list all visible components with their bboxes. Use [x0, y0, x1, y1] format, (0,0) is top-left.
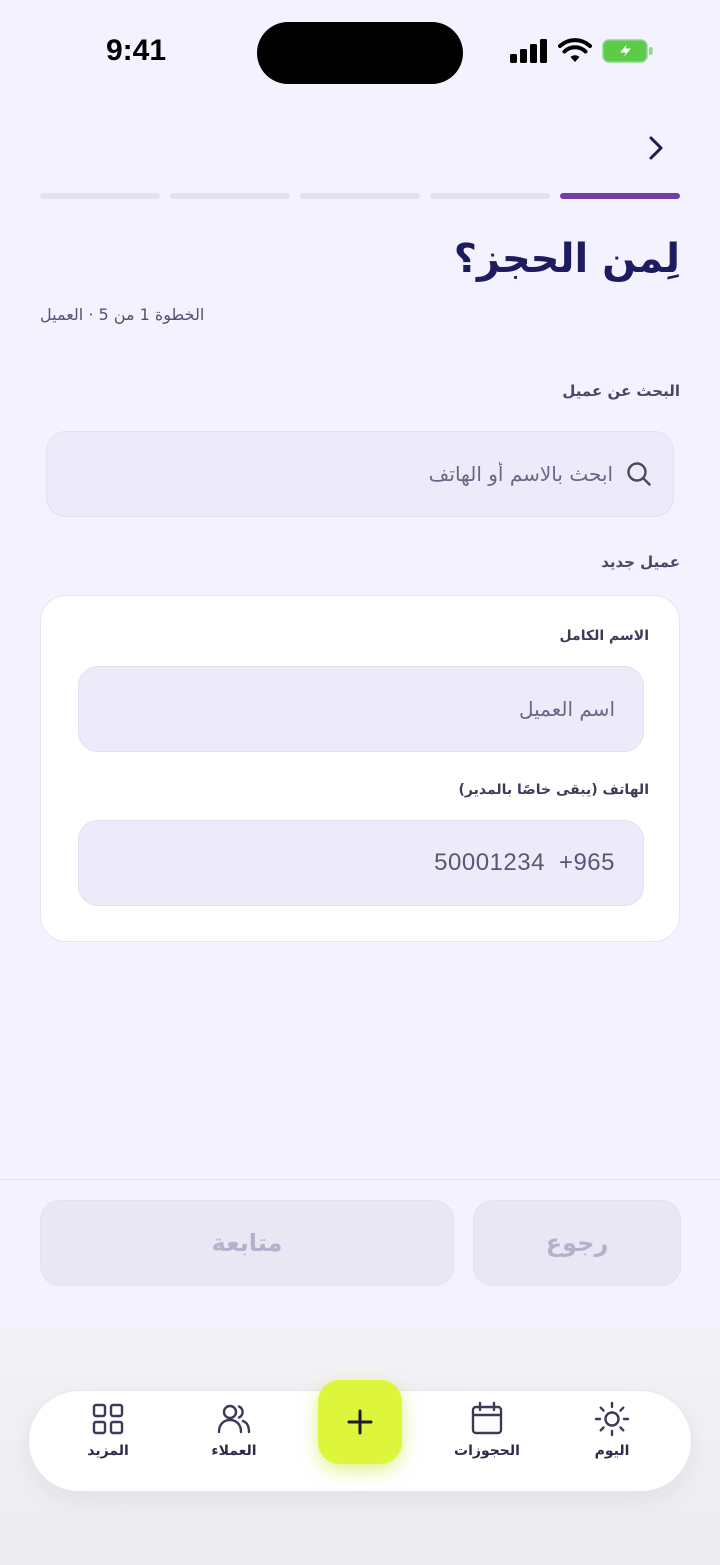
tab-more-label: المزيد	[87, 1443, 129, 1459]
full-name-label: الاسم الكامل	[559, 628, 649, 644]
search-section-label: البحث عن عميل	[562, 382, 680, 400]
search-icon	[627, 462, 651, 486]
tab-more[interactable]: المزيد	[53, 1401, 163, 1481]
add-booking-button[interactable]	[318, 1380, 402, 1464]
step-subtitle: الخطوة 1 من 5 · العميل	[40, 305, 205, 324]
search-input[interactable]	[67, 462, 613, 486]
sun-icon	[594, 1401, 630, 1437]
phone-field[interactable]: 50001234 +965	[78, 820, 644, 906]
signal-icon	[510, 39, 547, 63]
grid-icon	[92, 1403, 124, 1435]
dynamic-island	[257, 22, 463, 84]
users-icon	[217, 1404, 251, 1434]
status-icons	[510, 38, 654, 64]
full-name-input[interactable]	[107, 697, 615, 721]
status-time: 9:41	[106, 34, 167, 67]
progress-step-1	[560, 193, 680, 199]
full-name-field[interactable]	[78, 666, 644, 752]
calendar-icon	[471, 1401, 503, 1435]
phone-placeholder: 50001234	[434, 849, 545, 876]
new-client-section-label: عميل جديد	[601, 553, 680, 571]
progress-step-2	[430, 193, 550, 199]
new-client-card: الاسم الكامل الهاتف (يبقى خاصًا بالمدير)…	[40, 595, 680, 942]
tab-bookings-label: الحجوزات	[454, 1443, 520, 1459]
client-search-box[interactable]	[46, 431, 674, 517]
tab-clients-label: العملاء	[211, 1443, 257, 1459]
progress-step-3	[300, 193, 420, 199]
chevron-right-icon	[649, 136, 663, 160]
booking-client-screen: 9:41 لِمن الحجز؟ الخطوة 1 من 5 · العميل …	[0, 0, 720, 1565]
tab-today-label: اليوم	[594, 1443, 630, 1459]
back-button[interactable]: رجوع	[473, 1200, 681, 1286]
plus-icon	[347, 1409, 373, 1435]
wifi-icon	[558, 38, 592, 62]
battery-charging-icon	[602, 39, 653, 63]
progress-step-5	[40, 193, 160, 199]
footer-divider	[0, 1179, 720, 1180]
page-title: لِمن الحجز؟	[453, 236, 680, 282]
tab-today[interactable]: اليوم	[557, 1401, 667, 1481]
continue-button[interactable]: متابعة	[40, 1200, 454, 1286]
progress-step-4	[170, 193, 290, 199]
step-progress-bar	[40, 193, 680, 200]
back-chevron-button[interactable]	[638, 130, 674, 166]
tab-clients[interactable]: العملاء	[179, 1401, 289, 1481]
tab-bookings[interactable]: الحجوزات	[432, 1401, 542, 1481]
phone-label: الهاتف (يبقى خاصًا بالمدير)	[458, 782, 649, 798]
country-code[interactable]: +965	[559, 849, 615, 877]
